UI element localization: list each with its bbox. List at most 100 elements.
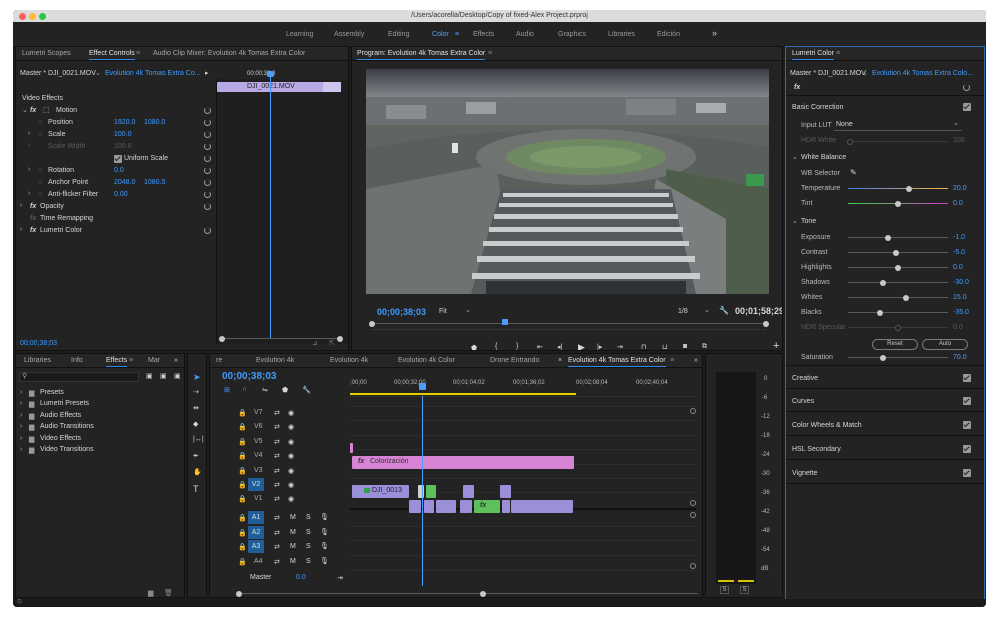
ec-timecode[interactable]: 00;00;38;03 — [20, 340, 57, 347]
tree-item-presets[interactable]: Presets — [40, 389, 64, 396]
tree-item-video-transitions[interactable]: Video Transitions — [40, 446, 94, 453]
fx-badge-icon[interactable]: fx — [30, 107, 36, 114]
ec-playhead[interactable] — [270, 73, 271, 338]
lock-icon[interactable]: 🔒 — [238, 529, 247, 537]
auto-button[interactable]: Auto — [922, 339, 968, 350]
lock-icon[interactable]: 🔒 — [238, 409, 247, 417]
clip-v1-g[interactable] — [511, 500, 573, 513]
timeline-tab-drone-entrando[interactable]: Drone Entrando — [490, 357, 539, 364]
tree-item-video-effects[interactable]: Video Effects — [40, 435, 81, 442]
mute-button[interactable]: M — [290, 514, 296, 521]
new-bin-icon[interactable]: ▆ — [148, 589, 153, 597]
position-y-value[interactable]: 1080.0 — [144, 119, 165, 126]
close-tab-icon[interactable]: × — [558, 357, 562, 364]
clip-v2-e[interactable] — [500, 485, 511, 498]
lock-icon[interactable]: 🔒 — [238, 438, 247, 446]
workspace-effects[interactable]: Effects — [473, 31, 494, 38]
contrast-slider[interactable] — [848, 249, 948, 256]
clip-v1-e[interactable]: fx — [474, 500, 500, 513]
clip-v5[interactable] — [350, 443, 353, 453]
curves-heading[interactable]: Curves — [792, 398, 814, 405]
eye-icon[interactable]: ◉ — [288, 495, 294, 503]
linked-selection-icon[interactable]: ⇋ — [262, 386, 268, 394]
track-scroll-handle[interactable] — [690, 408, 696, 414]
master-volume-value[interactable]: 0.0 — [296, 574, 306, 581]
sync-lock-icon[interactable]: ⇄ — [274, 438, 280, 446]
whites-value[interactable]: 15.0 — [953, 294, 967, 301]
zoom-window-button[interactable] — [39, 13, 46, 20]
mark-in-icon[interactable]: { — [495, 343, 497, 350]
timeline-tab-active-sequence[interactable]: Evolution 4k Tomas Extra Color — [568, 357, 666, 367]
sync-lock-icon[interactable]: ⇄ — [274, 481, 280, 489]
hand-tool-icon[interactable]: ✋ — [193, 468, 202, 476]
expand-icon[interactable]: › — [20, 446, 22, 453]
clip-v2-b[interactable] — [418, 485, 424, 498]
reset-uniform-icon[interactable] — [204, 155, 211, 162]
tab-effect-controls[interactable]: Effect Controls — [89, 50, 135, 60]
timeline-tab-evolution-4k-b[interactable]: Evolution 4k — [330, 357, 368, 364]
timeline-settings-icon[interactable]: 🔧 — [302, 386, 311, 394]
contrast-knob[interactable] — [893, 249, 899, 256]
expand-icon[interactable]: › — [20, 389, 22, 396]
solo-button[interactable]: S — [306, 529, 311, 536]
32bit-effects-icon[interactable]: ▣ — [160, 372, 167, 380]
workspace-menu-icon[interactable]: ≡ — [455, 31, 459, 38]
effects-search-input[interactable]: ⚲ — [19, 372, 139, 382]
shadows-value[interactable]: -30.0 — [953, 279, 969, 286]
step-forward-icon[interactable]: |▸ — [597, 343, 602, 350]
panels-overflow-icon[interactable]: » — [174, 357, 178, 364]
filter-icon[interactable]: ⊿ — [312, 339, 318, 347]
timeline-timecode[interactable]: 00;00;38;03 — [222, 371, 276, 382]
workspace-editing[interactable]: Editing — [388, 31, 409, 38]
track-scroll-handle[interactable] — [690, 500, 696, 506]
chevron-down-icon[interactable]: ⌄ — [792, 153, 798, 161]
vignette-heading[interactable]: Vignette — [792, 470, 818, 477]
workspace-graphics[interactable]: Graphics — [558, 31, 586, 38]
temperature-knob[interactable] — [906, 185, 912, 192]
fx-badge-icon[interactable]: fx — [794, 84, 800, 91]
button-editor-icon[interactable]: + — [773, 340, 779, 350]
lock-icon[interactable]: 🔒 — [238, 423, 247, 431]
lift-icon[interactable]: ⊓ — [641, 343, 646, 350]
tree-item-lumetri-presets[interactable]: Lumetri Presets — [40, 400, 89, 407]
transform-handle-icon[interactable]: ⬚ — [43, 106, 50, 114]
ripple-edit-tool-icon[interactable]: ⇹ — [193, 404, 199, 412]
track-area[interactable]: fx Colorización DJI_0013 fx — [350, 396, 696, 586]
yuv-effects-icon[interactable]: ▣ — [174, 372, 181, 380]
lock-icon[interactable]: 🔒 — [238, 481, 247, 489]
tab-program-monitor[interactable]: Program: Evolution 4k Tomas Extra Color — [357, 50, 486, 60]
whites-knob[interactable] — [903, 294, 909, 301]
blacks-value[interactable]: -35.0 — [953, 309, 969, 316]
chevron-down-icon[interactable]: ⌄ — [95, 69, 101, 77]
workspace-audio[interactable]: Audio — [516, 31, 534, 38]
reset-rotation-icon[interactable] — [204, 167, 211, 174]
stopwatch-icon[interactable]: ◌ — [38, 119, 42, 126]
fx-badge-icon[interactable]: fx — [30, 203, 36, 210]
shadows-slider[interactable] — [848, 279, 948, 286]
sync-lock-icon[interactable]: ⇄ — [274, 495, 280, 503]
reset-scale-icon[interactable] — [204, 131, 211, 138]
go-to-out-icon[interactable]: ⇥ — [617, 343, 623, 350]
lumetri-expand-icon[interactable]: › — [20, 226, 22, 233]
sync-lock-icon[interactable]: ⇄ — [274, 558, 280, 566]
tree-item-audio-effects[interactable]: Audio Effects — [40, 412, 81, 419]
chevron-down-icon[interactable]: ⌄ — [465, 306, 471, 314]
basic-correction-heading[interactable]: Basic Correction — [792, 104, 843, 111]
expand-icon[interactable]: › — [20, 412, 22, 419]
antiflicker-value[interactable]: 0.00 — [114, 191, 128, 198]
shadows-knob[interactable] — [880, 279, 886, 286]
track-label-a2[interactable]: A2 — [248, 526, 264, 539]
program-video-frame[interactable] — [366, 69, 769, 294]
lock-icon[interactable]: 🔒 — [238, 543, 247, 551]
reset-lumetri-icon[interactable] — [963, 84, 970, 91]
snap-icon[interactable]: ∩ — [242, 386, 247, 393]
tree-item-audio-transitions[interactable]: Audio Transitions — [40, 423, 94, 430]
wrench-icon[interactable]: 🔧 — [719, 306, 729, 315]
ec-zoom-scrollbar[interactable] — [219, 335, 343, 342]
temperature-slider[interactable] — [848, 185, 948, 192]
program-scrub-bar[interactable] — [369, 319, 769, 327]
chevron-down-icon[interactable]: ⌄ — [704, 306, 710, 314]
panel-menu-icon[interactable]: ≡ — [836, 50, 840, 57]
comparison-view-icon[interactable]: ⧉ — [702, 343, 707, 350]
timeline-playhead[interactable] — [422, 396, 423, 586]
